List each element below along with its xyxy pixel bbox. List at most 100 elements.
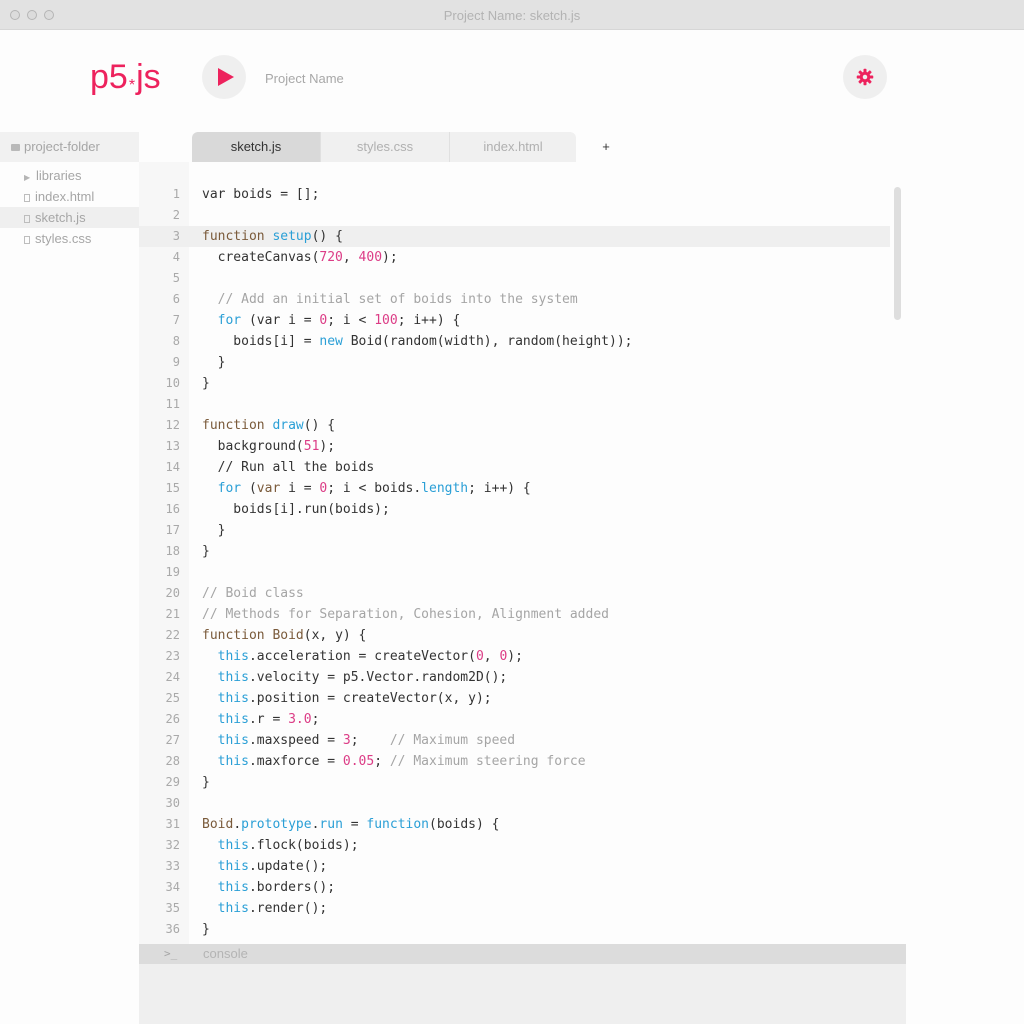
line-number: 29 [165,775,180,789]
sidebar-item-sketch-js[interactable]: sketch.js [0,207,139,228]
code-line[interactable]: 8 boids[i] = new Boid(random(width), ran… [139,331,906,352]
gear-icon [856,68,874,86]
window-title: Project Name: sketch.js [443,8,581,23]
code-text: } [202,520,226,541]
code-line[interactable]: 30 [139,793,906,814]
tab-sketch-js[interactable]: sketch.js [192,132,320,162]
tab-index-html[interactable]: index.html [449,132,576,162]
code-token: ; i < boids. [327,481,422,496]
code-text: for (var i = 0; i < boids.length; i++) { [202,478,531,499]
code-line[interactable]: 17 } [139,520,906,541]
code-line[interactable]: 31 Boid.prototype.run = function(boids) { [139,814,906,835]
code-line[interactable]: 26 this.r = 3.0; [139,709,906,730]
sidebar-item-libraries[interactable]: ▶ libraries [0,165,139,186]
code-line[interactable]: 19 [139,562,906,583]
code-token: this [202,670,249,685]
code-line[interactable]: 1 var boids = []; [139,184,906,205]
code-text: this.flock(boids); [202,835,359,856]
console-label: console [203,946,248,961]
code-text: function setup() { [202,226,343,247]
code-token: prototype [241,817,312,832]
code-editor[interactable]: 1 var boids = []; 2 3 function setup() {4 cr… [139,162,906,944]
code-token: } [202,922,210,937]
console-bar[interactable]: >_ console [139,944,906,964]
code-token: .maxforce = [248,754,343,769]
title-bar: Project Name: sketch.js [0,0,1024,30]
code-token: ); [507,649,523,664]
code-line[interactable]: 21 // Methods for Separation, Cohesion, A… [139,604,906,625]
code-line[interactable]: 7 for (var i = 0; i < 100; i++) { [139,310,906,331]
play-button[interactable] [202,55,246,99]
code-token: Boid [202,817,234,832]
tab-styles-css[interactable]: styles.css [320,132,449,162]
code-token: ; [350,733,390,748]
line-number: 24 [165,670,180,684]
code-line[interactable]: 6 // Add an initial set of boids into th… [139,289,906,310]
code-token: ; i++) { [468,481,531,496]
code-line[interactable]: 33 this.update(); [139,856,906,877]
file-icon [24,215,30,223]
code-token: . [233,817,242,832]
line-number: 34 [165,880,180,894]
line-number: 23 [165,649,180,663]
code-line[interactable]: 35 this.render(); [139,898,906,919]
code-token: createCanvas( [202,250,320,265]
code-token: function [202,418,273,433]
code-line[interactable]: 18} [139,541,906,562]
add-tab-button[interactable]: + [598,132,614,162]
code-token: = [342,817,367,832]
code-line[interactable]: 24 this.velocity = p5.Vector.random2D(); [139,667,906,688]
code-token: function [202,229,273,244]
code-line[interactable]: 20 // Boid class [139,583,906,604]
code-line[interactable]: 13 background(51); [139,436,906,457]
code-line[interactable]: 16 boids[i].run(boids); [139,499,906,520]
code-line[interactable]: 3 function setup() { [139,226,890,247]
code-line[interactable]: 4 createCanvas(720, 400); [139,247,906,268]
code-line[interactable]: 15 for (var i = 0; i < boids.length; i++… [139,478,906,499]
code-line[interactable]: 22 function Boid(x, y) { [139,625,906,646]
code-line[interactable]: 14 // Run all the boids [139,457,906,478]
code-line[interactable]: 12 function draw() { [139,415,906,436]
code-line[interactable]: 23 this.acceleration = createVector(0, 0… [139,646,906,667]
code-line[interactable]: 25 this.position = createVector(x, y); [139,688,906,709]
code-token: Boid(random(width), random(height)); [342,334,633,349]
code-token: 400 [358,250,383,265]
code-text: var boids = []; [202,184,319,205]
code-line[interactable]: 9 } [139,352,906,373]
line-number: 21 [165,607,180,621]
file-tree: ▶ libraries index.html sketch.js styles.c… [0,165,139,249]
code-token: } [202,775,210,790]
code-token: function [202,628,273,643]
line-number: 16 [165,502,180,516]
code-text: } [202,772,210,793]
code-token: ; [374,754,390,769]
sidebar-item-styles-css[interactable]: styles.css [0,228,139,249]
code-line[interactable]: 29} [139,772,906,793]
code-token: (boids) { [429,817,500,832]
line-number: 20 [165,586,180,600]
code-token: 720 [319,250,343,265]
code-line[interactable]: 32 this.flock(boids); [139,835,906,856]
code-text: boids[i] = new Boid(random(width), rando… [202,331,632,352]
code-line[interactable]: 36} [139,919,906,940]
project-name[interactable]: Project Name [265,71,344,86]
project-folder[interactable]: project-folder [0,132,139,162]
line-number: 33 [165,859,180,873]
line-number: 5 [172,271,180,285]
code-line[interactable]: 11 [139,394,906,415]
code-line[interactable]: 27 this.maxspeed = 3; // Maximum speed [139,730,906,751]
code-token: draw [272,418,304,433]
editor-scrollbar-thumb[interactable] [894,187,901,320]
code-line[interactable]: 2 [139,205,906,226]
line-number: 12 [165,418,180,432]
console-output[interactable] [139,964,906,1024]
code-line[interactable]: 10} [139,373,906,394]
code-line[interactable]: 5 [139,268,906,289]
code-line[interactable]: 28 this.maxforce = 0.05; // Maximum stee… [139,751,906,772]
line-number: 36 [165,922,180,936]
settings-button[interactable] [843,55,887,99]
sidebar-item-index-html[interactable]: index.html [0,186,139,207]
line-number: 6 [172,292,180,306]
logo-text: p5 [90,58,128,96]
code-line[interactable]: 34 this.borders(); [139,877,906,898]
